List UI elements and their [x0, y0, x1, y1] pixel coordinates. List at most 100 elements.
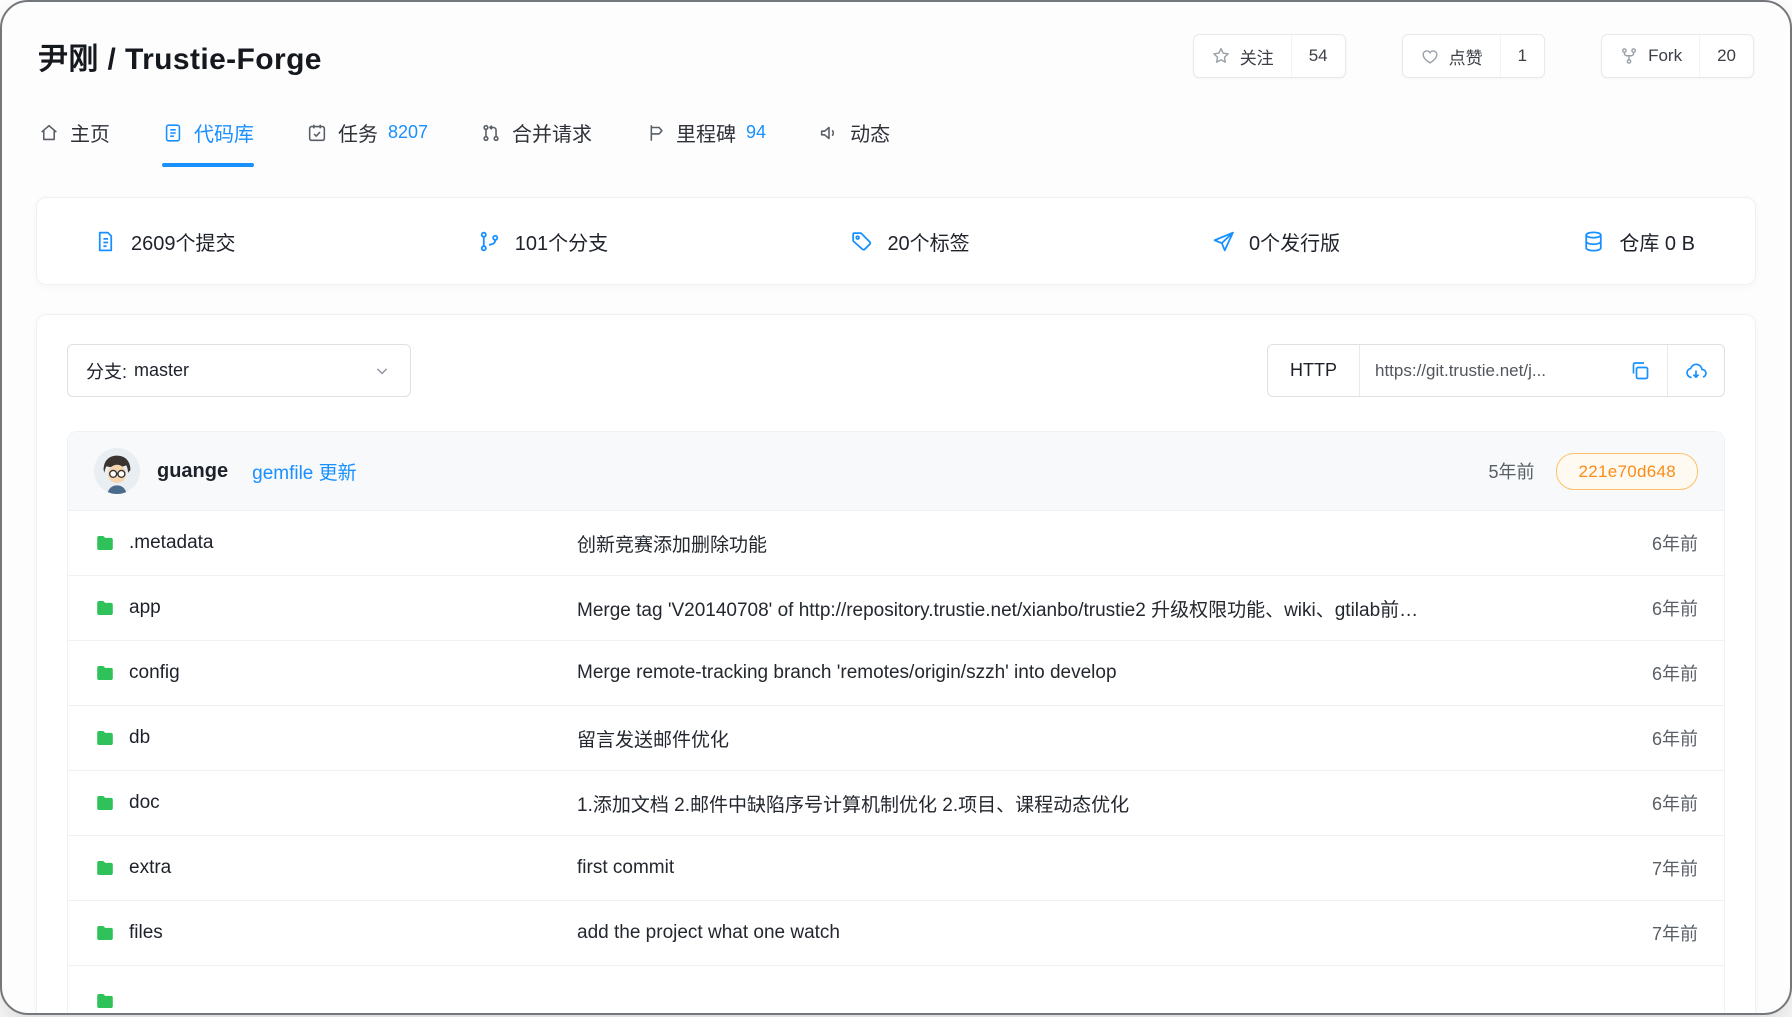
file-name[interactable]: config [129, 662, 180, 684]
commit-author[interactable]: guange [157, 460, 228, 483]
branch-selector[interactable]: 分支: master [67, 344, 411, 397]
copy-url-button[interactable] [1612, 345, 1668, 396]
file-commit-time: 6年前 [1622, 530, 1698, 556]
stat-commits[interactable]: 2609个提交 [93, 227, 236, 256]
star-icon [1211, 46, 1231, 66]
folder-icon [94, 727, 116, 749]
commit-message-link[interactable]: gemfile 更新 [252, 458, 357, 485]
file-row[interactable]: db 留言发送邮件优化 6年前 [68, 705, 1724, 770]
tab-home[interactable]: 主页 [38, 118, 110, 167]
download-button[interactable] [1668, 345, 1724, 396]
file-name-cell[interactable]: db [94, 727, 577, 749]
tab-issues[interactable]: 任务 8207 [306, 118, 428, 167]
file-name-cell[interactable]: app [94, 597, 577, 619]
file-row[interactable]: app Merge tag 'V20140708' of http://repo… [68, 575, 1724, 640]
file-commit-message[interactable]: add the project what one watch [577, 922, 1622, 944]
latest-commit-bar: guange gemfile 更新 5年前 221e70d648 [68, 432, 1724, 510]
copy-icon [1628, 359, 1652, 383]
fork-label-wrap: Fork [1602, 35, 1699, 77]
file-name-cell[interactable]: .metadata [94, 532, 577, 554]
folder-icon [94, 792, 116, 814]
branch-icon [477, 229, 502, 254]
folder-icon [94, 662, 116, 684]
fork-button[interactable]: Fork 20 [1601, 34, 1754, 78]
repo-stats-bar: 2609个提交 101个分支 20个标签 0个发行版 仓库 0 B [36, 197, 1756, 285]
file-name-cell[interactable]: config [94, 662, 577, 684]
repo-header: 尹刚 / Trustie-Forge 关注 54 点赞 1 Fork [2, 2, 1790, 78]
fork-icon [1619, 46, 1639, 66]
tab-activity[interactable]: 动态 [818, 118, 890, 167]
chevron-down-icon [372, 361, 392, 381]
tab-repository[interactable]: 代码库 [162, 118, 254, 167]
file-commit-time: 6年前 [1622, 725, 1698, 751]
file-row-partial[interactable] [68, 965, 1724, 1015]
folder-icon [94, 857, 116, 879]
milestone-icon [644, 122, 666, 144]
file-row[interactable]: files add the project what one watch 7年前 [68, 900, 1724, 965]
file-row[interactable]: extra first commit 7年前 [68, 835, 1724, 900]
tab-issues-count: 8207 [388, 122, 428, 143]
file-row[interactable]: config Merge remote-tracking branch 'rem… [68, 640, 1724, 705]
branch-value: master [134, 360, 189, 381]
tab-repository-label: 代码库 [194, 118, 254, 147]
tab-milestones[interactable]: 里程碑 94 [644, 118, 766, 167]
file-commit-message[interactable]: 留言发送邮件优化 [577, 725, 1622, 752]
file-name[interactable]: app [129, 597, 161, 619]
tab-pull-requests[interactable]: 合并请求 [480, 118, 592, 167]
watch-label: 关注 [1240, 44, 1274, 69]
file-name[interactable]: files [129, 922, 163, 944]
file-table: guange gemfile 更新 5年前 221e70d648 .metada… [67, 431, 1725, 1015]
stat-tags[interactable]: 20个标签 [849, 227, 969, 256]
folder-icon [94, 597, 116, 619]
file-name[interactable]: doc [129, 792, 160, 814]
stat-repo-size[interactable]: 仓库 0 B [1581, 227, 1695, 256]
file-commit-message[interactable]: Merge remote-tracking branch 'remotes/or… [577, 662, 1622, 684]
stat-commits-label: 2609个提交 [131, 227, 236, 256]
file-commit-message[interactable]: 1.添加文档 2.邮件中缺陷序号计算机制优化 2.项目、课程动态优化 [577, 790, 1622, 817]
header-actions: 关注 54 点赞 1 Fork 20 [1193, 34, 1754, 78]
praise-count[interactable]: 1 [1500, 35, 1544, 77]
file-commit-message[interactable]: first commit [577, 857, 1622, 879]
protocol-selector[interactable]: HTTP [1268, 345, 1360, 396]
praise-button[interactable]: 点赞 1 [1402, 34, 1545, 78]
file-name[interactable]: extra [129, 857, 171, 879]
code-browser-card: 分支: master HTTP [36, 314, 1756, 1015]
tab-activity-label: 动态 [850, 118, 890, 147]
file-name[interactable]: .metadata [129, 532, 214, 554]
avatar[interactable] [94, 448, 140, 494]
file-name-cell[interactable]: files [94, 922, 577, 944]
repo-tabs: 主页 代码库 任务 8207 合并请求 里程碑 94 动态 [2, 118, 1790, 167]
stat-branches[interactable]: 101个分支 [477, 227, 608, 256]
stat-releases-label: 0个发行版 [1249, 227, 1340, 256]
task-icon [306, 122, 328, 144]
cloud-download-icon [1684, 359, 1708, 383]
repo-title: 尹刚 / Trustie-Forge [38, 34, 322, 78]
home-icon [38, 122, 60, 144]
file-commit-time: 6年前 [1622, 660, 1698, 686]
file-row[interactable]: .metadata 创新竞赛添加删除功能 6年前 [68, 510, 1724, 575]
avatar-image [94, 448, 140, 494]
file-commit-message[interactable]: 创新竞赛添加删除功能 [577, 530, 1622, 557]
file-name-cell[interactable]: doc [94, 792, 577, 814]
tab-milestones-label: 里程碑 [676, 118, 736, 147]
app-window: 尹刚 / Trustie-Forge 关注 54 点赞 1 Fork [0, 0, 1792, 1015]
fork-count[interactable]: 20 [1699, 35, 1753, 77]
commit-sha-badge[interactable]: 221e70d648 [1556, 453, 1698, 490]
activity-icon [818, 122, 840, 144]
stat-releases[interactable]: 0个发行版 [1211, 227, 1340, 256]
clone-url-input[interactable] [1360, 345, 1612, 396]
merge-request-icon [480, 122, 502, 144]
stat-tags-label: 20个标签 [887, 227, 969, 256]
watch-count[interactable]: 54 [1291, 35, 1345, 77]
tab-pull-requests-label: 合并请求 [512, 118, 592, 147]
release-icon [1211, 229, 1236, 254]
file-name[interactable]: db [129, 727, 150, 749]
folder-icon [94, 922, 116, 944]
file-name-cell[interactable]: extra [94, 857, 577, 879]
file-commit-message[interactable]: Merge tag 'V20140708' of http://reposito… [577, 595, 1622, 622]
database-icon [1581, 229, 1606, 254]
file-row[interactable]: doc 1.添加文档 2.邮件中缺陷序号计算机制优化 2.项目、课程动态优化 6… [68, 770, 1724, 835]
watch-button[interactable]: 关注 54 [1193, 34, 1346, 78]
file-commit-time: 7年前 [1622, 855, 1698, 881]
watch-label-wrap: 关注 [1194, 35, 1291, 77]
